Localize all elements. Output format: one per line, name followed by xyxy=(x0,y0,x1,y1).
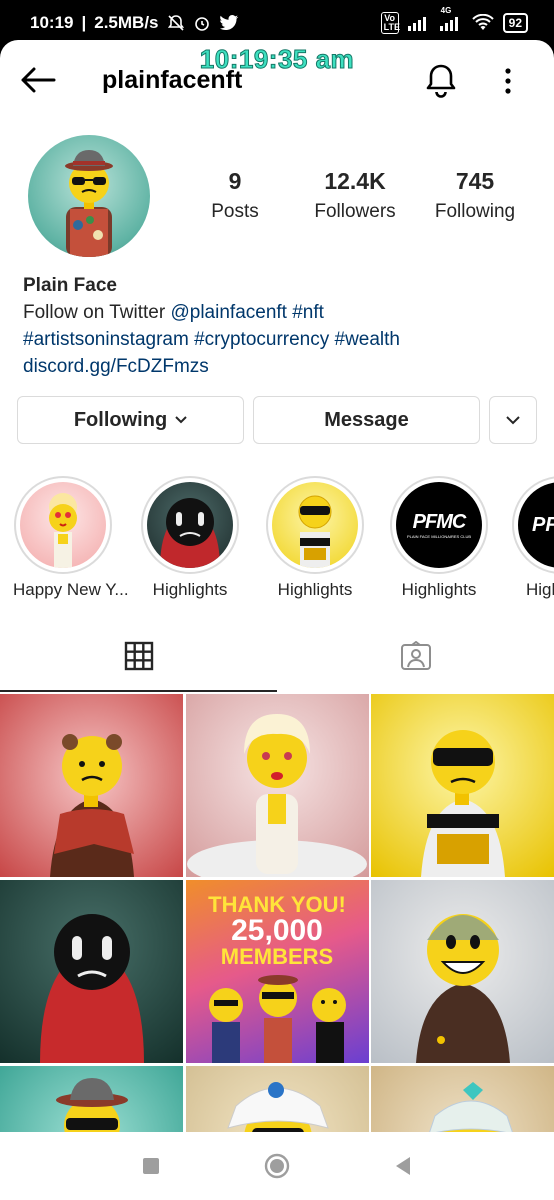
message-button-label: Message xyxy=(324,408,409,431)
highlight-ring xyxy=(266,476,364,574)
followers-label: Followers xyxy=(314,201,396,222)
highlight-thumbnail xyxy=(272,482,358,568)
notifications-off-icon xyxy=(167,14,185,32)
post-thumbnail[interactable] xyxy=(0,880,183,1063)
highlight-item[interactable]: PFMC PLAIN FACE MILLIONAIRES CLUB Highli… xyxy=(389,476,489,600)
profile-display-name: Plain Face xyxy=(23,275,117,296)
twitter-handle-link[interactable]: @plainfacenft xyxy=(170,302,286,323)
grid-icon xyxy=(124,641,153,671)
tab-posts-grid[interactable] xyxy=(0,620,277,692)
post-thumbnail[interactable] xyxy=(0,694,183,877)
highlight-item[interactable]: Highlights xyxy=(140,476,240,600)
status-speed: 2.5MB/s xyxy=(94,13,159,32)
suggested-accounts-button[interactable] xyxy=(489,396,537,444)
post-thumbnail[interactable] xyxy=(185,694,369,877)
highlight-thumbnail xyxy=(20,482,106,568)
highlight-thumbnail: PFMC PLAIN FACE MILLIONAIRES CLUB xyxy=(396,482,482,568)
hashtag-nft-link[interactable]: #nft xyxy=(287,302,324,323)
highlight-label: Highlights xyxy=(152,580,228,599)
circle-icon xyxy=(264,1153,290,1179)
home-button[interactable] xyxy=(262,1151,292,1181)
highlight-item[interactable]: PFMC High xyxy=(512,476,554,600)
post-thumbnail[interactable] xyxy=(185,1066,369,1132)
post-thumbnail[interactable] xyxy=(0,1066,183,1132)
highlight-ring: PFMC xyxy=(512,476,554,574)
chevron-down-icon xyxy=(506,415,520,424)
alarm-icon xyxy=(193,14,211,32)
following-button[interactable]: Following xyxy=(17,396,244,444)
highlight-label: High xyxy=(526,580,554,599)
highlight-label: Highlights xyxy=(277,580,353,599)
highlight-item[interactable]: Highlights xyxy=(265,476,365,600)
posts-label: Posts xyxy=(211,201,259,222)
volte-badge: Vo LTE xyxy=(380,12,400,34)
active-tab-indicator xyxy=(0,690,277,692)
posts-grid: THANK YOU! 25,000 MEMBERS xyxy=(0,694,554,1132)
chevron-down-icon xyxy=(175,416,187,424)
triangle-back-icon xyxy=(396,1157,410,1175)
profile-bio: Plain Face Follow on Twitter @plainfacen… xyxy=(23,272,533,380)
status-separator: | xyxy=(81,13,87,32)
twitter-icon xyxy=(219,15,239,31)
following-count: 745 xyxy=(455,168,495,194)
bio-text: Follow on Twitter xyxy=(23,302,171,323)
recents-button[interactable] xyxy=(136,1151,166,1181)
pfmc-logo-subtext: PLAIN FACE MILLIONAIRES CLUB xyxy=(406,534,472,539)
signal-icon xyxy=(407,15,431,31)
highlight-thumbnail xyxy=(147,482,233,568)
profile-tabs xyxy=(0,620,554,692)
highlight-ring xyxy=(14,476,112,574)
highlight-thumbnail: PFMC xyxy=(518,482,554,568)
bio-hashtags[interactable]: #artistsoninstagram #cryptocurrency #wea… xyxy=(23,326,533,353)
highlight-ring: PFMC PLAIN FACE MILLIONAIRES CLUB xyxy=(390,476,488,574)
profile-screen: 10:19:35 am plainfacenft 9 Posts 12.4K F… xyxy=(0,40,554,1132)
square-icon xyxy=(143,1158,159,1174)
pfmc-logo-text: PFMC xyxy=(532,513,554,536)
highlight-label: Highlights xyxy=(401,580,477,599)
followers-stat[interactable]: 12.4K Followers xyxy=(305,168,405,223)
highlight-item[interactable]: Happy New Y... xyxy=(13,476,129,600)
overlay-clock: 10:19:35 am xyxy=(199,44,355,75)
following-button-label: Following xyxy=(73,408,168,431)
post-thumbnail[interactable] xyxy=(371,1066,554,1132)
system-navigation-bar xyxy=(0,1132,554,1200)
following-label: Following xyxy=(434,201,516,222)
discord-link[interactable]: discord.gg/FcDZFmzs xyxy=(23,353,533,380)
battery-indicator: 92 xyxy=(502,13,528,33)
posts-count: 9 xyxy=(228,168,242,194)
post-thumbnail[interactable]: THANK YOU! 25,000 MEMBERS xyxy=(185,880,369,1063)
highlight-label: Happy New Y... xyxy=(13,580,129,599)
posts-stat[interactable]: 9 Posts xyxy=(200,168,270,223)
pfmc-logo-text: PFMC xyxy=(412,511,467,533)
highlight-ring xyxy=(141,476,239,574)
following-stat[interactable]: 745 Following xyxy=(425,168,525,223)
bio-line-1: Follow on Twitter @plainfacenft #nft xyxy=(23,299,533,326)
tab-tagged[interactable] xyxy=(277,620,554,692)
post-thumbnail[interactable] xyxy=(371,880,554,1063)
wifi-icon xyxy=(471,14,495,32)
tagged-person-icon xyxy=(400,641,431,670)
network-type-label: 4G xyxy=(440,6,452,15)
avatar-illustration xyxy=(65,150,113,257)
followers-count: 12.4K xyxy=(324,168,386,194)
post-thumbnail[interactable] xyxy=(371,694,554,877)
status-time: 10:19 xyxy=(30,13,74,32)
message-button[interactable]: Message xyxy=(253,396,480,444)
profile-avatar[interactable] xyxy=(28,135,150,257)
signal-4g-icon: 4G xyxy=(439,6,463,31)
back-nav-button[interactable] xyxy=(388,1151,418,1181)
